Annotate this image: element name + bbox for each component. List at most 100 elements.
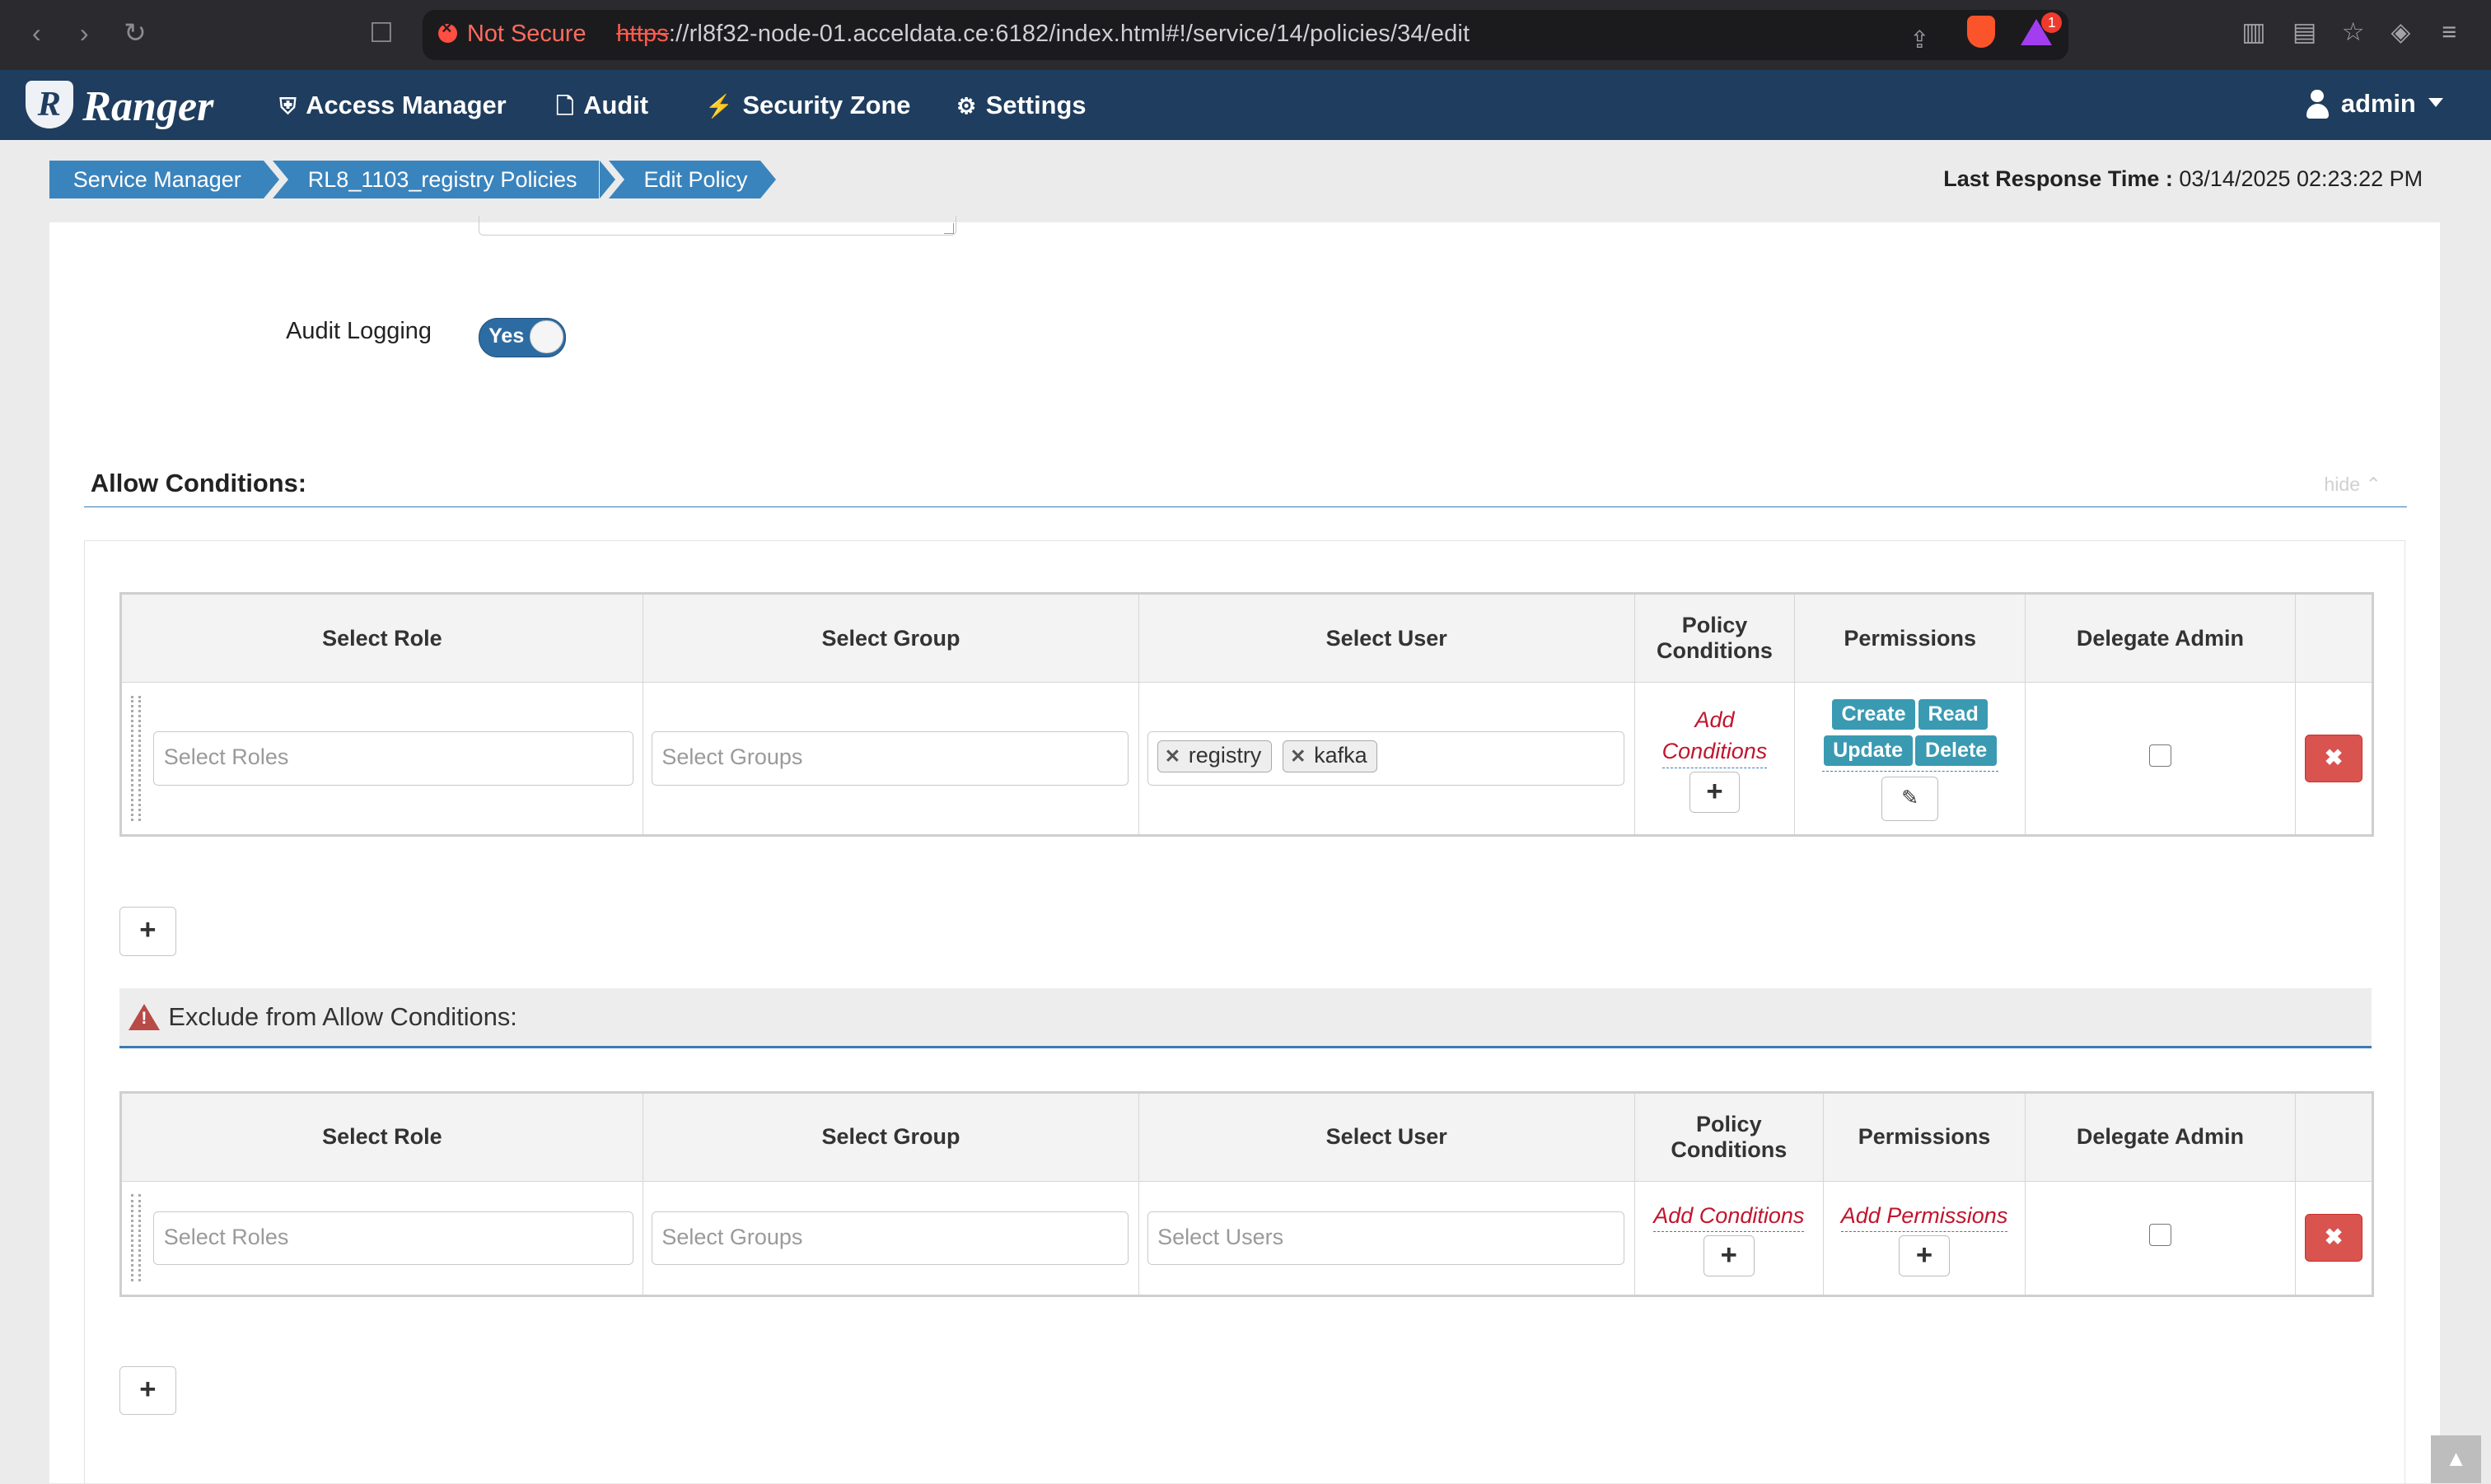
select-users-input[interactable]: Select Users xyxy=(1147,1211,1625,1266)
select-users-input[interactable]: ✕ registry ✕ kafka xyxy=(1147,731,1625,786)
user-cell: Select Users xyxy=(1138,1180,1635,1296)
header-permissions: Permissions xyxy=(1823,1091,2026,1182)
breadcrumb-service-manager[interactable]: Service Manager xyxy=(49,160,279,199)
bookmark-icon[interactable]: ☐ xyxy=(364,16,399,50)
drag-handle[interactable] xyxy=(131,695,141,822)
delete-row-button[interactable]: ✖ xyxy=(2305,735,2362,782)
exclude-conditions-table: Select Role Select Group Select User Pol… xyxy=(119,1090,2375,1297)
group-cell: Select Groups xyxy=(643,1180,1139,1296)
audit-logging-toggle[interactable]: Yes xyxy=(478,317,566,357)
add-permissions-link[interactable]: Add Permissions xyxy=(1840,1200,2008,1233)
add-exclude-row-button[interactable]: + xyxy=(119,1365,177,1416)
last-response-value: 03/14/2025 02:23:22 PM xyxy=(2179,166,2423,192)
table-row: Select Roles Select Groups Select Users … xyxy=(119,1180,2374,1296)
not-secure-label: Not Secure xyxy=(466,21,587,48)
add-conditions-link[interactable]: Add Conditions xyxy=(1661,704,1768,769)
breadcrumb-bar: Service Manager RL8_1103_registry Polici… xyxy=(0,139,2491,222)
permission-tag: Create xyxy=(1831,699,1916,730)
allow-conditions-table: Select Role Select Group Select User Pol… xyxy=(119,592,2375,837)
conditions-cell: Add Conditions + xyxy=(1633,1180,1825,1296)
wallet-icon[interactable]: ▤ xyxy=(2292,17,2316,47)
add-conditions-line2: Conditions xyxy=(1661,739,1768,764)
user-name: admin xyxy=(2340,88,2416,118)
hide-label: hide xyxy=(2324,473,2361,495)
delegate-admin-checkbox[interactable] xyxy=(2148,744,2171,767)
close-icon: ✖ xyxy=(2324,1225,2344,1250)
menu-icon[interactable]: ≡ xyxy=(2442,17,2456,47)
scroll-to-top-button[interactable]: ▲ xyxy=(2430,1435,2482,1484)
ranger-navbar: R Ranger ⛨ Access Manager 🗋 Audit ⚡ Securit… xyxy=(0,69,2491,140)
toggle-knob xyxy=(530,320,563,354)
header-policy-conditions: Policy Conditions xyxy=(1633,593,1796,684)
user-cell: ✕ registry ✕ kafka xyxy=(1138,682,1635,836)
user-tag-label: registry xyxy=(1188,743,1262,768)
user-menu[interactable]: admin xyxy=(2306,89,2444,119)
warning-icon xyxy=(129,1004,161,1030)
header-select-role: Select Role xyxy=(119,593,644,684)
last-response-label: Last Response Time : xyxy=(1943,166,2173,192)
permissions-list[interactable]: Create Read Update Delete xyxy=(1821,696,1998,772)
role-cell: Select Roles xyxy=(119,1180,644,1296)
breadcrumb-policies[interactable]: RL8_1103_registry Policies xyxy=(273,160,616,199)
add-conditions-button[interactable]: + xyxy=(1689,771,1741,813)
edit-permissions-button[interactable]: ✎ xyxy=(1881,776,1939,821)
select-groups-input[interactable]: Select Groups xyxy=(651,731,1129,786)
header-policy-conditions: Policy Conditions xyxy=(1633,1091,1825,1182)
url-text[interactable]: https://rl8f32-node-01.acceldata.ce:6182… xyxy=(616,21,1470,48)
header-delegate-admin: Delegate Admin xyxy=(2025,1091,2296,1182)
nav-audit-label: Audit xyxy=(583,90,649,119)
reload-icon[interactable]: ↻ xyxy=(118,16,152,50)
brave-shield-icon[interactable] xyxy=(1966,16,1996,48)
delegate-admin-checkbox[interactable] xyxy=(2148,1224,2171,1247)
add-conditions-button[interactable]: + xyxy=(1703,1235,1755,1277)
back-icon[interactable]: ‹ xyxy=(19,16,54,50)
forward-icon[interactable]: › xyxy=(67,16,101,50)
remove-tag-icon[interactable]: ✕ xyxy=(1290,745,1306,767)
leo-icon[interactable]: ☆ xyxy=(2342,17,2365,47)
header-actions xyxy=(2294,593,2374,684)
allow-conditions-title: Allow Conditions: xyxy=(90,468,307,497)
address-bar[interactable]: Not Secure https://rl8f32-node-01.acceld… xyxy=(423,9,2069,61)
vpn-icon[interactable]: ◈ xyxy=(2391,17,2411,47)
nav-access-manager[interactable]: ⛨ Access Manager xyxy=(279,91,506,120)
role-cell: Select Roles xyxy=(119,682,644,836)
conditions-cell: Add Conditions + xyxy=(1633,682,1796,836)
select-groups-input[interactable]: Select Groups xyxy=(651,1211,1129,1266)
add-permissions-button[interactable]: + xyxy=(1899,1235,1950,1277)
share-icon[interactable]: ⇪ xyxy=(1909,26,1929,54)
shield-icon: ⛨ xyxy=(279,93,297,119)
header-select-group: Select Group xyxy=(643,1091,1139,1182)
actions-cell: ✖ xyxy=(2294,1180,2374,1296)
header-delegate-admin: Delegate Admin xyxy=(2025,593,2296,684)
header-policy-conditions-line2: Conditions xyxy=(1671,1136,1788,1162)
user-tag: ✕ registry xyxy=(1157,740,1272,772)
remove-tag-icon[interactable]: ✕ xyxy=(1165,745,1180,767)
add-conditions-link[interactable]: Add Conditions xyxy=(1653,1200,1805,1233)
drag-handle[interactable] xyxy=(131,1194,141,1282)
permissions-cell: Create Read Update Delete ✎ xyxy=(1794,682,2026,836)
url-path: ://rl8f32-node-01.acceldata.ce:6182/inde… xyxy=(668,21,1470,48)
header-select-group: Select Group xyxy=(643,593,1139,684)
allow-conditions-header: Allow Conditions: hide ⌃ xyxy=(84,464,2407,508)
nav-security-zone[interactable]: ⚡ Security Zone xyxy=(705,91,910,120)
not-secure-indicator[interactable]: Not Secure xyxy=(438,19,587,48)
user-tag: ✕ kafka xyxy=(1283,740,1378,772)
nav-settings-label: Settings xyxy=(985,90,1087,119)
select-roles-input[interactable]: Select Roles xyxy=(153,1211,633,1266)
select-roles-input[interactable]: Select Roles xyxy=(153,731,633,786)
header-select-user: Select User xyxy=(1138,593,1635,684)
user-icon xyxy=(2306,89,2329,119)
header-policy-conditions-line2: Conditions xyxy=(1656,638,1773,664)
header-actions xyxy=(2294,1091,2374,1182)
add-allow-row-button[interactable]: + xyxy=(119,907,177,956)
header-select-user: Select User xyxy=(1138,1091,1635,1182)
delete-row-button[interactable]: ✖ xyxy=(2305,1214,2362,1262)
exclude-conditions-title: Exclude from Allow Conditions: xyxy=(168,1001,517,1031)
nav-settings[interactable]: ⚙ Settings xyxy=(956,91,1086,120)
sidebar-icon[interactable]: ▥ xyxy=(2241,17,2265,47)
audit-logging-value: Yes xyxy=(488,324,525,348)
description-textarea[interactable] xyxy=(478,216,957,236)
plus-icon: + xyxy=(139,1373,157,1405)
hide-toggle[interactable]: hide ⌃ xyxy=(2324,474,2381,496)
nav-audit[interactable]: 🗋 Audit xyxy=(556,91,648,128)
